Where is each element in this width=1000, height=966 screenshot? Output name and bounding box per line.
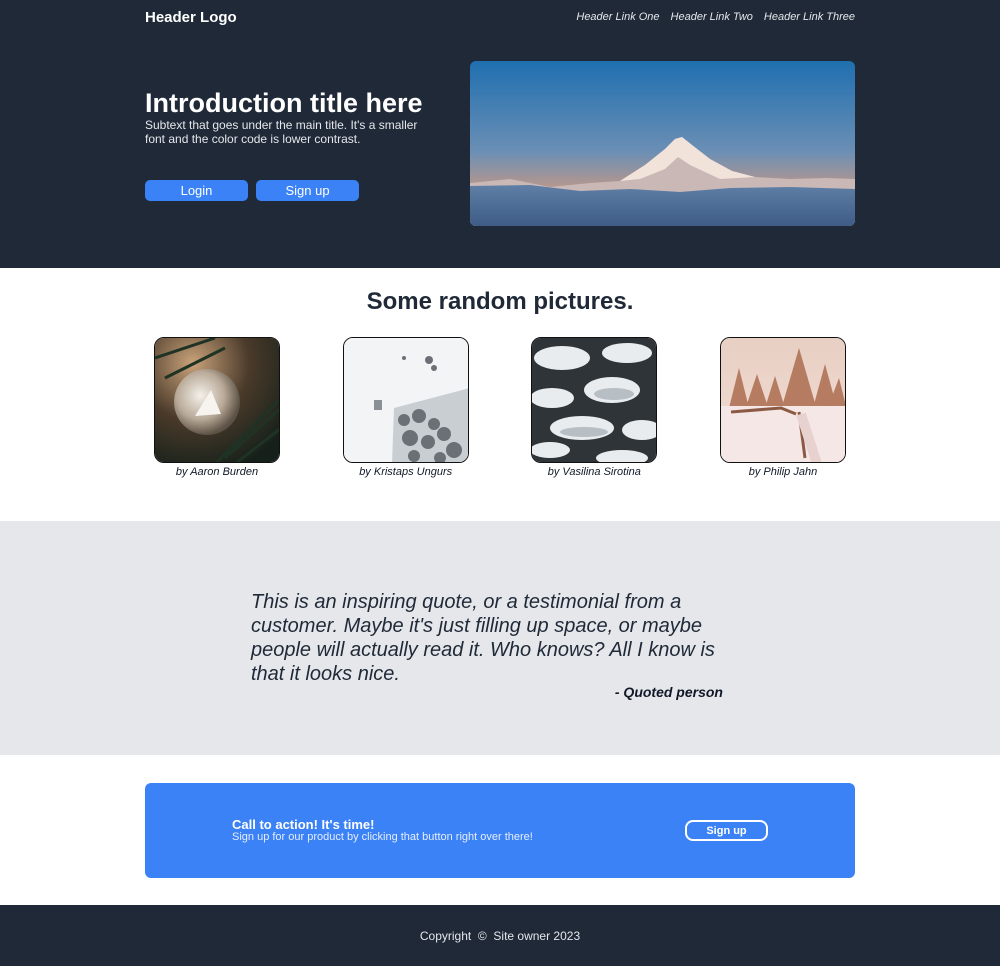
picture-card: by Aaron Burden	[154, 337, 280, 478]
picture-card: by Kristaps Ungurs	[342, 337, 469, 478]
nav-links: Header Link One Header Link Two Header L…	[576, 11, 855, 23]
nav-link-two[interactable]: Header Link Two	[671, 11, 753, 23]
header-nav: Header Logo Header Link One Header Link …	[145, 0, 855, 34]
pictures-title: Some random pictures.	[366, 288, 634, 315]
signup-button[interactable]: Sign up	[256, 180, 359, 201]
mountain-image	[470, 61, 855, 226]
quote-author: - Quoted person	[614, 684, 723, 700]
quote-text: This is an inspiring quote, or a testimo…	[251, 591, 715, 685]
cta-title: Call to action! It's time!	[232, 817, 375, 832]
hero-title: Introduction title here	[145, 88, 423, 118]
login-button[interactable]: Login	[145, 180, 248, 201]
snowy-pine-photo	[531, 337, 658, 463]
winter-forest-photo	[719, 337, 846, 463]
header-logo[interactable]: Header Logo	[145, 9, 237, 26]
picture-caption: by Vasilina Sirotina	[547, 466, 641, 478]
picture-caption: by Kristaps Ungurs	[359, 466, 453, 478]
hero-text: Introduction title here Subtext that goe…	[145, 88, 445, 146]
cta-subtitle: Sign up for our product by clicking that…	[232, 831, 533, 843]
footer: Copyright © Site owner 2023	[0, 905, 1000, 966]
nav-link-three[interactable]: Header Link Three	[764, 11, 855, 23]
nav-link-one[interactable]: Header Link One	[576, 11, 659, 23]
pictures-row: by Aaron Burden by Kristaps Ungurs by Va…	[154, 337, 846, 478]
hero-section: Header Logo Header Link One Header Link …	[0, 0, 1000, 268]
cta-signup-button[interactable]: Sign up	[685, 820, 768, 841]
picture-caption: by Philip Jahn	[748, 466, 818, 478]
ornament-photo	[154, 337, 280, 463]
cta-banner: Call to action! It's time! Sign up for o…	[145, 783, 855, 878]
picture-card: by Vasilina Sirotina	[531, 337, 658, 478]
pictures-section: Some random pictures. by Aaron Burden by…	[0, 268, 1000, 521]
copyright-text: Copyright © Site owner 2023	[419, 928, 581, 943]
snowy-aerial-photo	[342, 337, 469, 463]
hero-buttons: Login Sign up	[145, 180, 359, 201]
quote-section: This is an inspiring quote, or a testimo…	[0, 521, 1000, 755]
hero-subtitle: Subtext that goes under the main title. …	[145, 118, 418, 146]
picture-caption: by Aaron Burden	[175, 466, 259, 478]
picture-card: by Philip Jahn	[719, 337, 846, 478]
cta-section: Call to action! It's time! Sign up for o…	[0, 755, 1000, 905]
